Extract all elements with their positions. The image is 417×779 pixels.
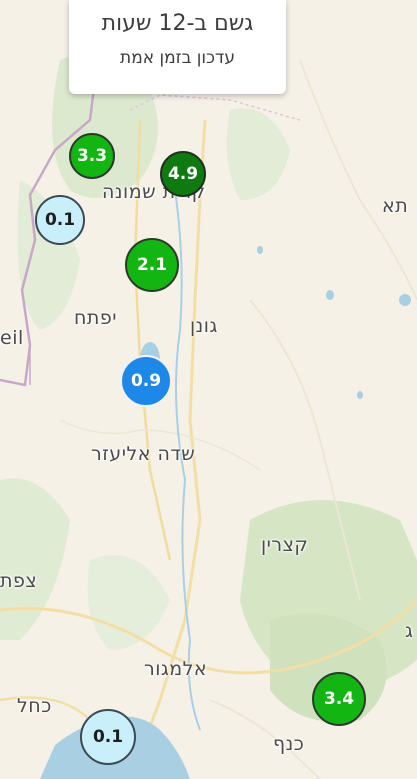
rain-station-value: 2.1 [136,255,168,275]
place-label-edge-right-lower: ג [405,620,414,642]
place-label-almagor: אלמגור [144,658,208,680]
rain-station-marker[interactable]: 3.4 [312,672,366,726]
header-subtitle: עדכון בזמן אמת [120,48,235,68]
rain-station-marker[interactable]: 3.3 [69,133,115,179]
place-label-edge-left: eil [0,327,24,349]
rain-station-marker[interactable]: 0.1 [80,709,136,765]
rain-station-value: 0.1 [44,210,76,230]
place-label-kanaf: כנף [273,733,305,755]
rain-station-marker[interactable]: 0.9 [120,355,172,407]
place-label-safed: צפת [0,570,38,592]
place-label-yiftah: יפתח [74,307,118,329]
place-label-sde-eliezer: שדה אליעזר [91,443,196,465]
rain-station-marker[interactable]: 0.1 [35,195,85,245]
place-label-kahal: כחל [17,695,52,717]
place-label-katzrin: קצרין [261,534,309,556]
map-base[interactable] [0,0,417,779]
place-label-gonen: גונן [190,315,218,337]
header-title: גשם ב-12 שעות [101,11,254,36]
rain-station-value: 3.3 [76,146,108,166]
rain-station-value: 0.9 [130,371,162,391]
rain-station-marker[interactable]: 4.9 [160,151,206,197]
rain-station-value: 0.1 [92,727,124,747]
place-label-edge-right: תא [382,195,409,217]
rain-station-marker[interactable]: 2.1 [125,238,179,292]
rain-station-value: 4.9 [167,164,199,184]
header-panel: גשם ב-12 שעות עדכון בזמן אמת [69,0,286,94]
rain-station-value: 3.4 [323,689,355,709]
